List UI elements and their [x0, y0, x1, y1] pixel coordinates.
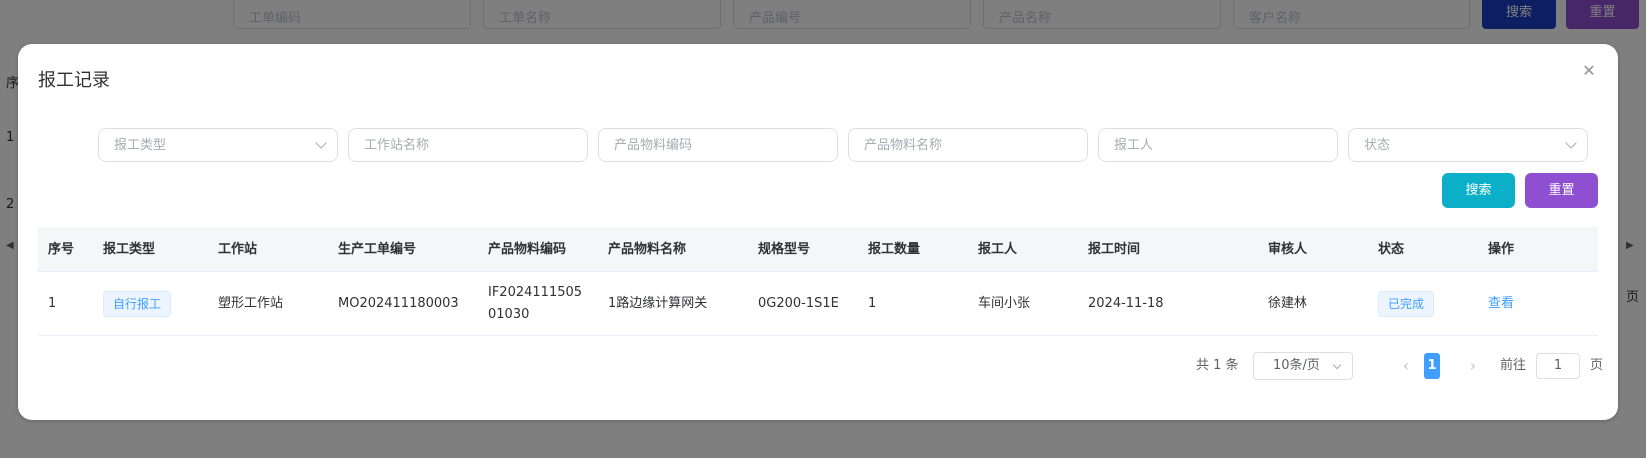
column-header: 生产工单编号 — [338, 242, 417, 257]
report-time-cell: 2024-11-18 — [1088, 296, 1164, 311]
material-code-cell: IF202411150501030 — [488, 285, 583, 322]
station-name-field[interactable] — [348, 128, 588, 162]
column-header: 规格型号 — [758, 242, 811, 257]
report-type-tag: 自行报工 — [103, 291, 172, 317]
close-icon[interactable]: ✕ — [1580, 62, 1598, 80]
column-header: 产品物料编码 — [488, 242, 567, 257]
reporter-input[interactable] — [1099, 129, 1337, 161]
auditor-cell: 徐建林 — [1268, 296, 1308, 311]
row-index: 1 — [48, 296, 57, 311]
station-name-input[interactable] — [349, 129, 587, 161]
quantity-cell: 1 — [868, 296, 877, 311]
station-cell: 塑形工作站 — [218, 296, 284, 311]
column-header: 序号 — [48, 242, 75, 257]
column-header: 报工时间 — [1088, 242, 1141, 257]
report-type-cell: 自行报工 — [103, 272, 172, 336]
dialog-title: 报工记录 — [38, 70, 110, 91]
view-link[interactable]: 查看 — [1488, 293, 1514, 315]
reset-button[interactable]: 重置 — [1525, 173, 1598, 208]
column-header: 状态 — [1378, 242, 1405, 257]
chevron-down-icon — [1332, 360, 1342, 370]
column-header: 报工人 — [978, 242, 1018, 257]
action-cell: 查看 — [1488, 272, 1514, 336]
goto-page-input[interactable]: 1 — [1536, 353, 1580, 379]
column-header: 审核人 — [1268, 242, 1308, 257]
next-page-icon[interactable]: › — [1463, 352, 1483, 380]
spec-cell: 0G200-1S1E — [758, 296, 839, 311]
column-header: 报工数量 — [868, 242, 921, 257]
column-header: 工作站 — [218, 242, 258, 257]
status-cell: 已完成 — [1378, 272, 1435, 336]
column-header: 操作 — [1488, 242, 1515, 257]
column-header: 报工类型 — [103, 242, 156, 257]
report-record-dialog: 报工记录 ✕ 搜索 重置 序号 报工类型 工作站 生产工单编号 产品物料编码 产… — [18, 44, 1618, 420]
material-name-field[interactable] — [848, 128, 1088, 162]
page-number-button[interactable]: 1 — [1424, 353, 1440, 379]
page-unit-label: 页 — [1590, 358, 1604, 373]
goto-label: 前往 — [1500, 358, 1527, 373]
material-name-input[interactable] — [849, 129, 1087, 161]
reporter-cell: 车间小张 — [978, 296, 1031, 311]
material-code-input[interactable] — [599, 129, 837, 161]
material-code-field[interactable] — [598, 128, 838, 162]
status-input[interactable] — [1349, 129, 1587, 161]
status-select[interactable] — [1348, 128, 1588, 162]
page-size-value: 10条/页 — [1273, 358, 1320, 373]
work-order-cell: MO202411180003 — [338, 296, 459, 311]
column-header: 产品物料名称 — [608, 242, 687, 257]
report-type-input[interactable] — [99, 129, 337, 161]
report-record-table: 序号 报工类型 工作站 生产工单编号 产品物料编码 产品物料名称 规格型号 报工… — [38, 227, 1598, 336]
status-badge: 已完成 — [1378, 291, 1435, 317]
page-size-select[interactable]: 10条/页 — [1253, 352, 1353, 380]
material-name-cell: 1路边缘计算网关 — [608, 296, 708, 311]
table-row: 1 自行报工 塑形工作站 MO202411180003 IF2024111505… — [38, 272, 1598, 336]
table-header: 序号 报工类型 工作站 生产工单编号 产品物料编码 产品物料名称 规格型号 报工… — [38, 227, 1598, 272]
report-type-select[interactable] — [98, 128, 338, 162]
search-button[interactable]: 搜索 — [1442, 173, 1515, 208]
prev-page-icon[interactable]: ‹ — [1396, 352, 1416, 380]
pagination-total: 共 1 条 — [1196, 358, 1239, 373]
reporter-field[interactable] — [1098, 128, 1338, 162]
